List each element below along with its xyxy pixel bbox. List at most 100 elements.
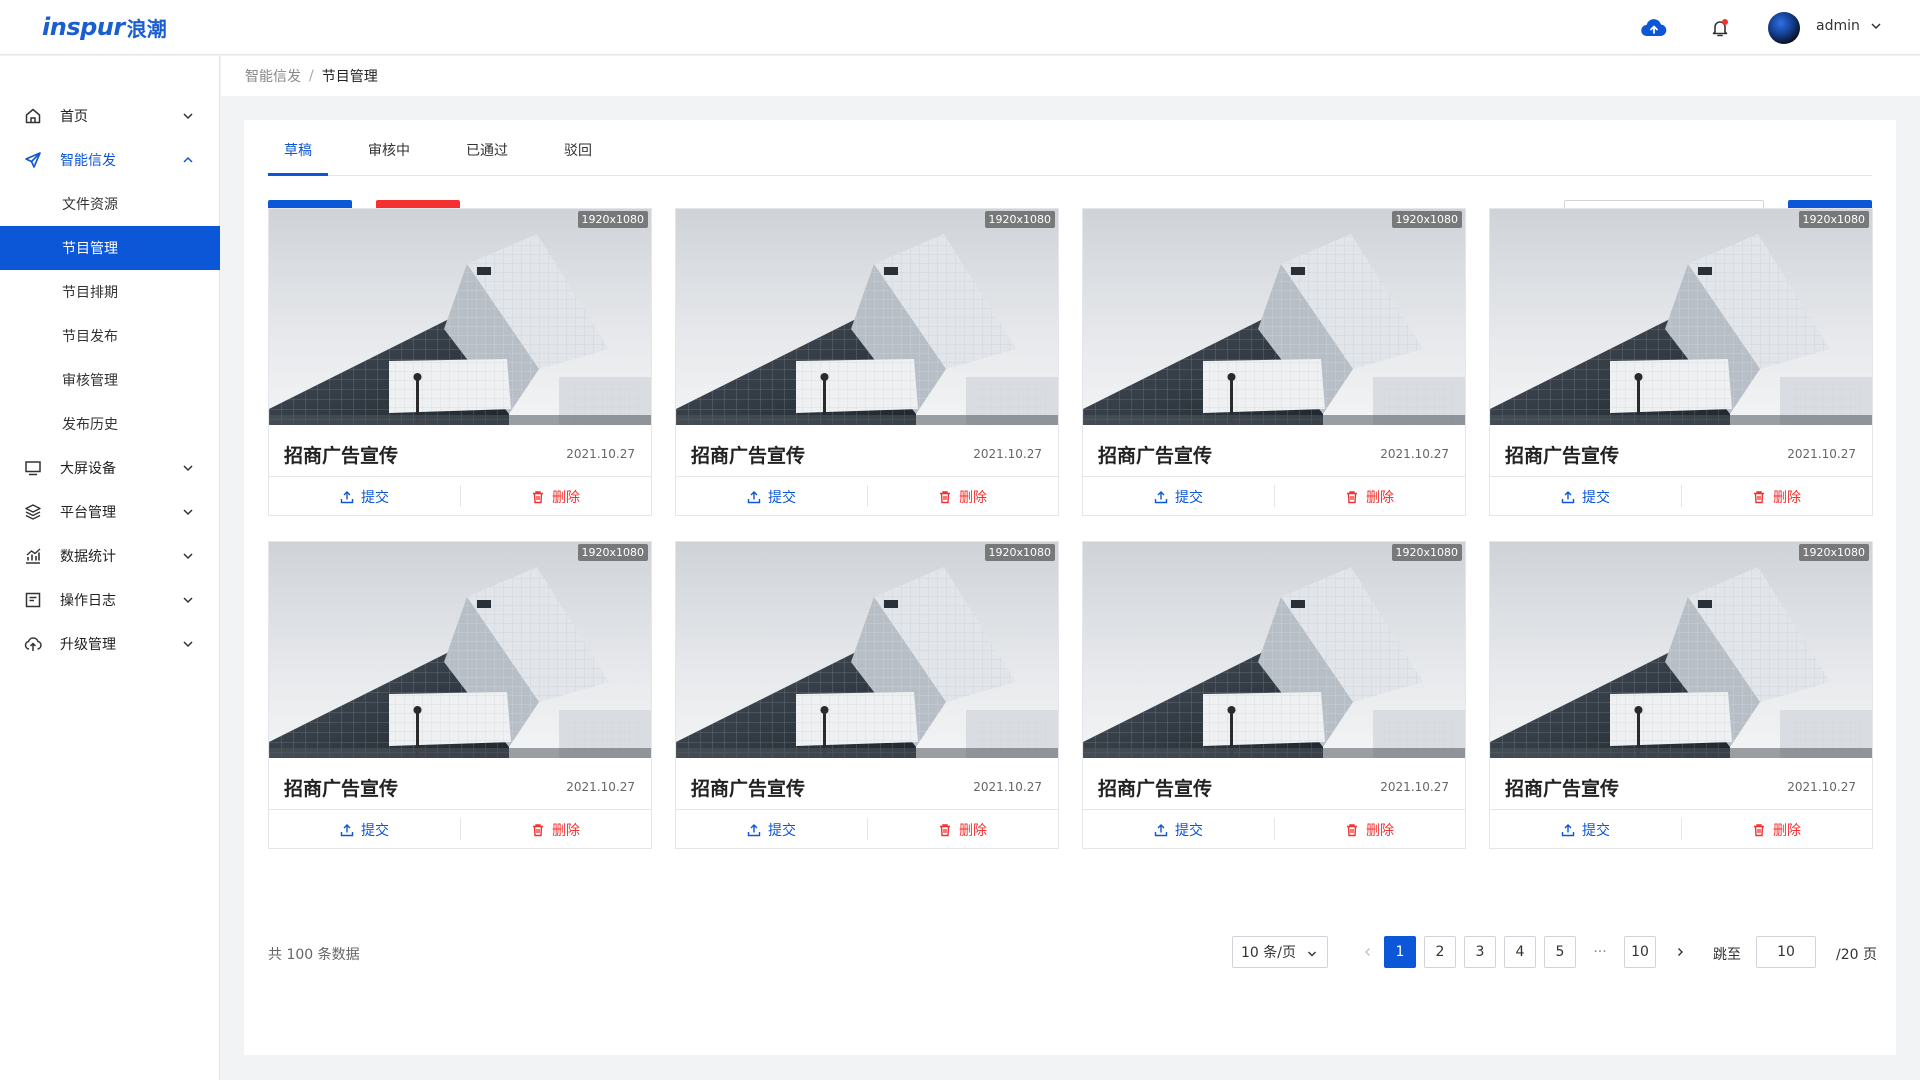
breadcrumb-separator: / — [309, 68, 314, 84]
card-delete-button[interactable]: 删除 — [460, 810, 651, 849]
program-card[interactable]: 1920x1080 招商广告宣传 2021.10.27 提交 删除 — [1082, 208, 1466, 516]
user-name[interactable]: admin — [1816, 18, 1860, 34]
building-thumbnail — [1083, 209, 1465, 425]
submit-button[interactable]: 提交 — [1083, 477, 1274, 516]
delete-label: 删除 — [1773, 822, 1801, 839]
submit-button[interactable]: 提交 — [676, 810, 867, 849]
sidebar-item-label: 平台管理 — [60, 505, 116, 521]
card-delete-button[interactable]: 删除 — [1274, 810, 1465, 849]
sidebar-item-home[interactable]: 首页 — [0, 94, 220, 138]
chevron-down-icon — [182, 462, 194, 478]
program-title: 招商广告宣传 — [284, 445, 399, 467]
logo-text-cn: 浪潮 — [126, 16, 167, 41]
chevron-down-icon — [182, 110, 194, 126]
upload-icon — [1561, 823, 1575, 836]
tab-approved[interactable]: 已通过 — [466, 140, 508, 160]
sidebar-subitem-program-schedule[interactable]: 节目排期 — [0, 270, 220, 314]
program-title: 招商广告宣传 — [1098, 445, 1213, 467]
upload-icon — [747, 823, 761, 836]
trash-icon — [533, 823, 543, 836]
card-delete-button[interactable]: 删除 — [1681, 477, 1872, 516]
page-button[interactable]: 10 — [1624, 936, 1656, 968]
chevron-up-icon — [182, 154, 194, 170]
tab-draft[interactable]: 草稿 — [284, 140, 312, 160]
program-title: 招商广告宣传 — [691, 778, 806, 800]
submit-button[interactable]: 提交 — [676, 477, 867, 516]
program-date: 2021.10.27 — [1787, 780, 1856, 794]
card-delete-button[interactable]: 删除 — [460, 477, 651, 516]
program-title: 招商广告宣传 — [1505, 445, 1620, 467]
submit-button[interactable]: 提交 — [1083, 810, 1274, 849]
sidebar-subitem-publish-history[interactable]: 发布历史 — [0, 402, 220, 446]
page-button[interactable]: 1 — [1384, 936, 1416, 968]
card-delete-button[interactable]: 删除 — [867, 810, 1058, 849]
page-size-select[interactable]: 10 条/页 — [1232, 936, 1328, 968]
chevron-down-icon[interactable] — [1870, 20, 1882, 36]
delete-label: 删除 — [552, 822, 580, 839]
submit-button[interactable]: 提交 — [1490, 477, 1681, 516]
sidebar-item-operation-log[interactable]: 操作日志 — [0, 578, 220, 622]
status-tabs: 草稿 审核中 已通过 驳回 — [268, 120, 1872, 176]
program-card[interactable]: 1920x1080 招商广告宣传 2021.10.27 提交 删除 — [1082, 541, 1466, 849]
card-delete-button[interactable]: 删除 — [1681, 810, 1872, 849]
cloud-upload-icon[interactable] — [1640, 14, 1668, 42]
sidebar-subitem-program-publish[interactable]: 节目发布 — [0, 314, 220, 358]
program-thumbnail[interactable] — [1083, 209, 1465, 425]
program-thumbnail[interactable] — [676, 209, 1058, 425]
submit-button[interactable]: 提交 — [269, 810, 460, 849]
program-thumbnail[interactable] — [269, 542, 651, 758]
page-ellipsis[interactable]: ··· — [1584, 936, 1616, 968]
submit-button[interactable]: 提交 — [269, 477, 460, 516]
page-button[interactable]: 3 — [1464, 936, 1496, 968]
bell-icon[interactable] — [1706, 14, 1734, 42]
trash-icon — [1754, 490, 1764, 503]
tab-in-review[interactable]: 审核中 — [368, 140, 410, 160]
sidebar-subitem-label: 发布历史 — [62, 417, 118, 433]
breadcrumb-parent[interactable]: 智能信发 — [245, 66, 301, 86]
card-delete-button[interactable]: 删除 — [867, 477, 1058, 516]
program-thumbnail[interactable] — [676, 542, 1058, 758]
program-title: 招商广告宣传 — [1505, 778, 1620, 800]
delete-label: 删除 — [552, 489, 580, 506]
jump-page-input[interactable] — [1756, 936, 1816, 968]
sidebar-item-label: 首页 — [60, 109, 88, 125]
cloud-upload-icon — [24, 635, 42, 653]
page-button[interactable]: 5 — [1544, 936, 1576, 968]
program-thumbnail[interactable] — [1083, 542, 1465, 758]
building-thumbnail — [269, 209, 651, 425]
program-thumbnail[interactable] — [269, 209, 651, 425]
chevron-down-icon — [182, 594, 194, 610]
next-page-button[interactable] — [1664, 936, 1696, 968]
avatar[interactable] — [1768, 12, 1800, 44]
sidebar-subitem-program-management[interactable]: 节目管理 — [0, 226, 220, 270]
trash-icon — [533, 490, 543, 503]
program-card[interactable]: 1920x1080 招商广告宣传 2021.10.27 提交 删除 — [268, 208, 652, 516]
program-card[interactable]: 1920x1080 招商广告宣传 2021.10.27 提交 删除 — [268, 541, 652, 849]
sidebar-item-screen-devices[interactable]: 大屏设备 — [0, 446, 220, 490]
sidebar-subitem-review-management[interactable]: 审核管理 — [0, 358, 220, 402]
brand-logo[interactable]: inspur 浪潮 — [42, 12, 167, 42]
program-date: 2021.10.27 — [973, 780, 1042, 794]
sidebar-item-data-statistics[interactable]: 数据统计 — [0, 534, 220, 578]
program-card[interactable]: 1920x1080 招商广告宣传 2021.10.27 提交 删除 — [1489, 541, 1873, 849]
prev-page-button[interactable] — [1352, 936, 1384, 968]
sidebar-item-platform-management[interactable]: 平台管理 — [0, 490, 220, 534]
submit-button[interactable]: 提交 — [1490, 810, 1681, 849]
page-button[interactable]: 4 — [1504, 936, 1536, 968]
layers-icon — [24, 503, 42, 521]
sidebar-item-upgrade-management[interactable]: 升级管理 — [0, 622, 220, 666]
program-thumbnail[interactable] — [1490, 542, 1872, 758]
program-thumbnail[interactable] — [1490, 209, 1872, 425]
submit-label: 提交 — [361, 489, 389, 506]
program-card[interactable]: 1920x1080 招商广告宣传 2021.10.27 提交 删除 — [675, 208, 1059, 516]
card-delete-button[interactable]: 删除 — [1274, 477, 1465, 516]
sidebar-item-label: 智能信发 — [60, 153, 116, 169]
card-actions: 提交 删除 — [676, 476, 1058, 515]
page-button[interactable]: 2 — [1424, 936, 1456, 968]
tab-rejected[interactable]: 驳回 — [564, 140, 592, 160]
building-thumbnail — [269, 542, 651, 758]
sidebar-subitem-file-resources[interactable]: 文件资源 — [0, 182, 220, 226]
program-card[interactable]: 1920x1080 招商广告宣传 2021.10.27 提交 删除 — [675, 541, 1059, 849]
program-card[interactable]: 1920x1080 招商广告宣传 2021.10.27 提交 删除 — [1489, 208, 1873, 516]
sidebar-item-smart-publish[interactable]: 智能信发 — [0, 138, 220, 182]
